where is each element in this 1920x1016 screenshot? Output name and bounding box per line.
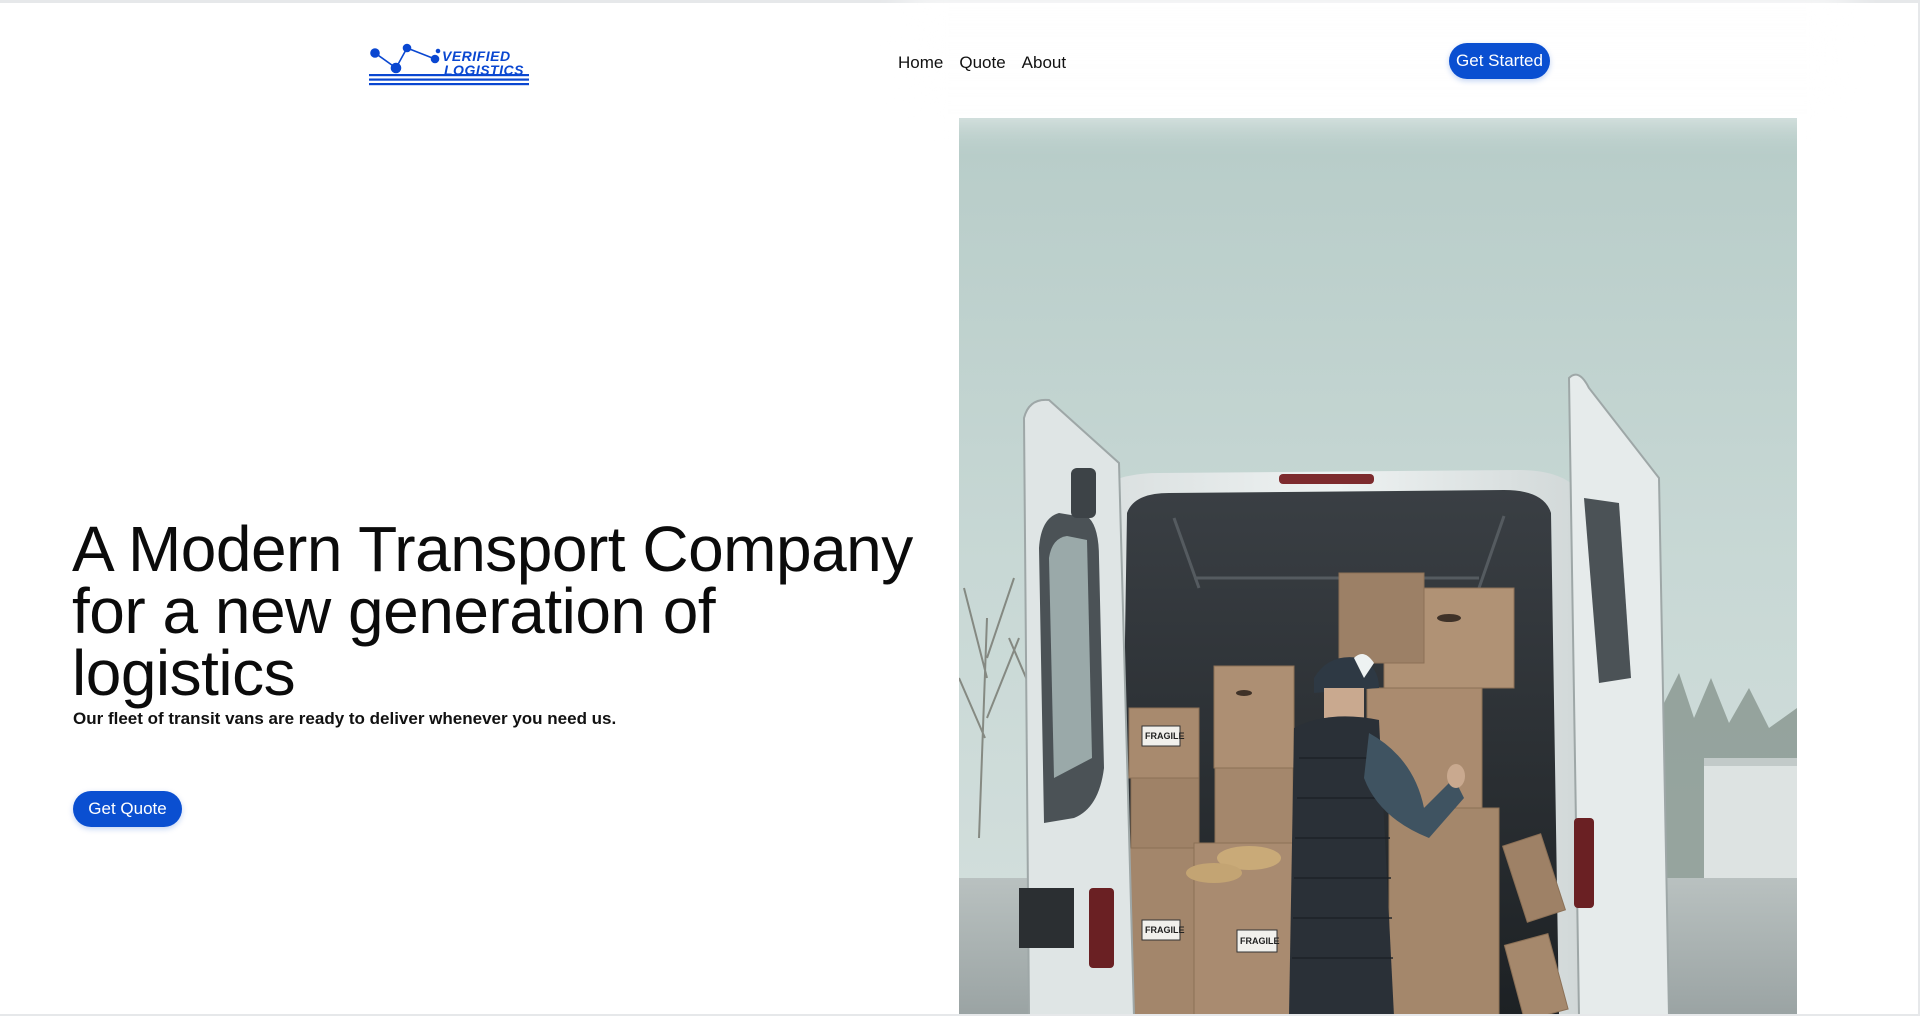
navbar: VERIFIED LOGISTICS Home Quote About Get … (0, 3, 1920, 118)
page: FRAGILE FRAGILE FRAGILE VERIFIED LOGISTI… (0, 0, 1920, 1016)
nav-links: Home Quote About (898, 53, 1066, 73)
hero-title-line1: A Modern Transport Company (72, 513, 913, 585)
nav-link-home[interactable]: Home (898, 53, 943, 73)
logo-wordmark[interactable]: VERIFIED LOGISTICS (442, 49, 524, 77)
logo-line1: VERIFIED (442, 48, 511, 64)
get-started-button[interactable]: Get Started (1449, 43, 1550, 79)
fragile-label: FRAGILE (1240, 936, 1280, 946)
fragile-label: FRAGILE (1145, 731, 1185, 741)
nav-link-quote[interactable]: Quote (959, 53, 1005, 73)
hero-title-line2: for a new generation of logistics (72, 575, 716, 709)
nav-link-about[interactable]: About (1022, 53, 1066, 73)
fragile-label: FRAGILE (1145, 925, 1185, 935)
hero-subtitle: Our fleet of transit vans are ready to d… (73, 709, 617, 728)
hero-image-delivery-van: FRAGILE FRAGILE FRAGILE (959, 118, 1797, 1016)
logo-line2: LOGISTICS (444, 62, 524, 78)
get-quote-button[interactable]: Get Quote (73, 791, 182, 827)
hero-title: A Modern Transport Company for a new gen… (72, 513, 932, 709)
